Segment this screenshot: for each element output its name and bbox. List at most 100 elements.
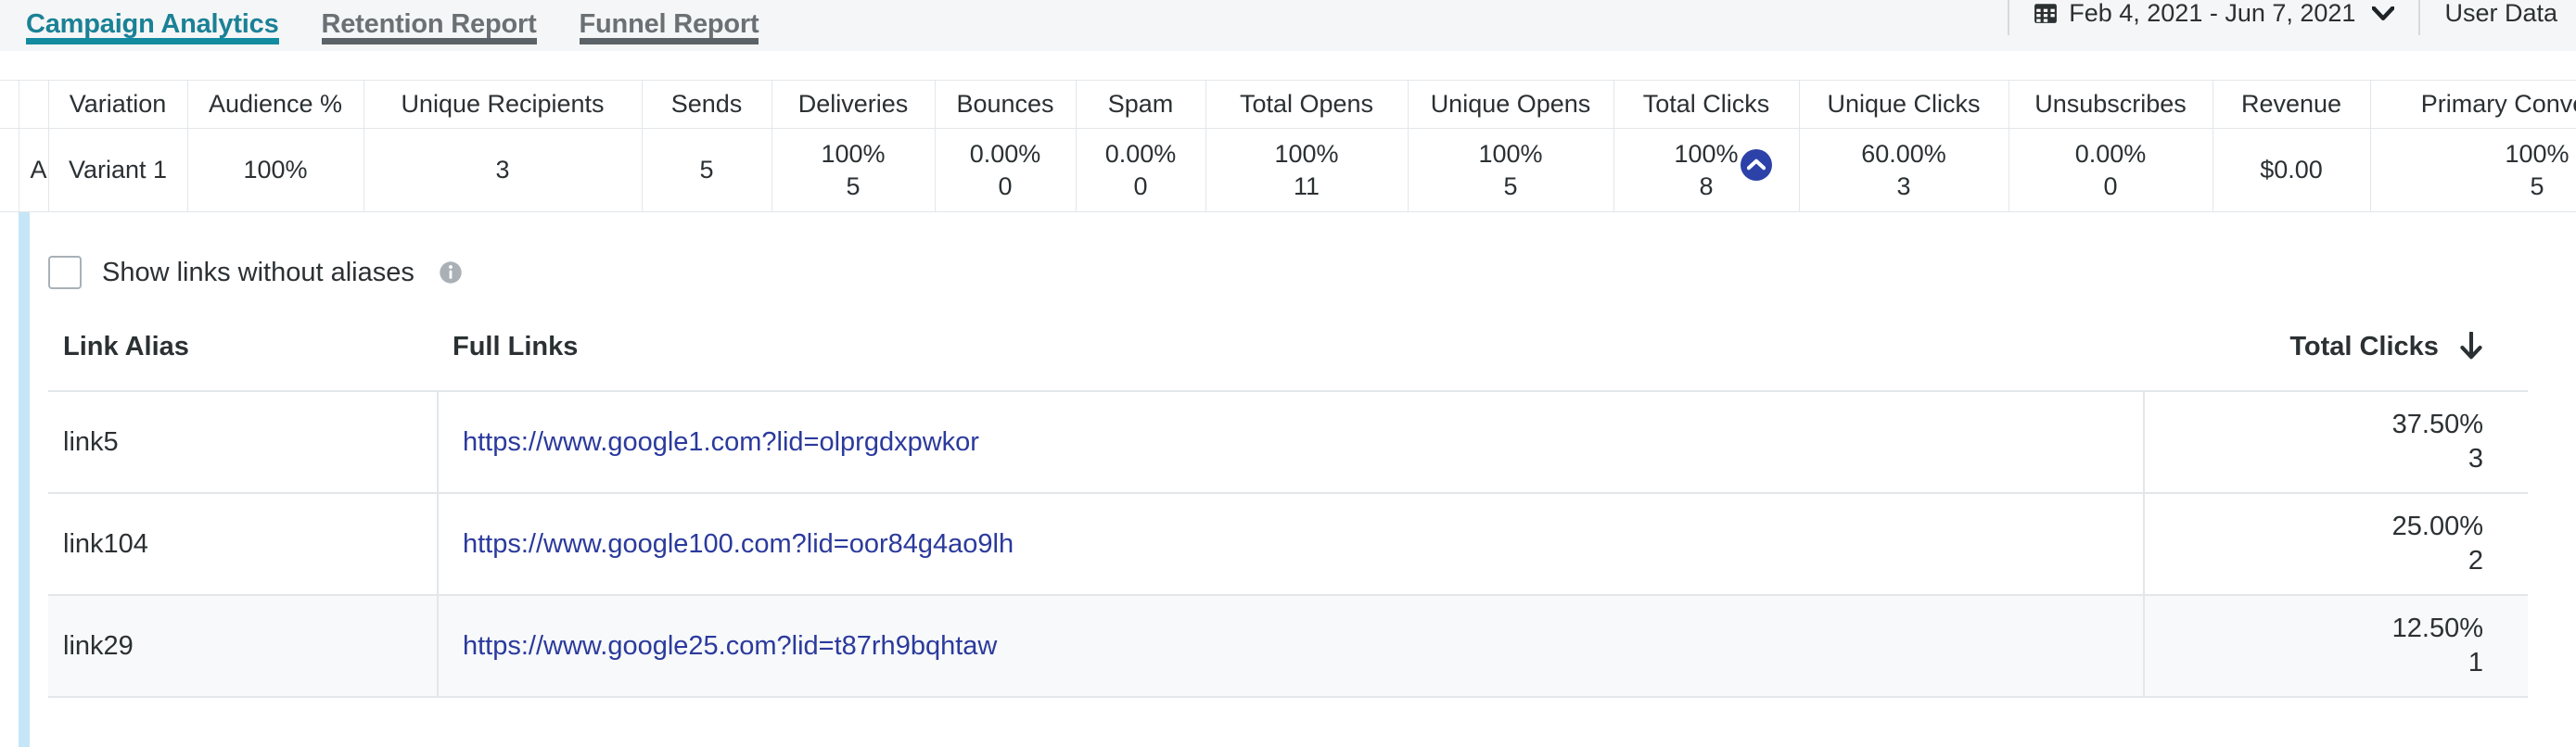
cell-unsubscribes-count: 0 bbox=[2021, 171, 2201, 203]
campaign-metrics-table: Variation Audience % Unique Recipients S… bbox=[0, 80, 2576, 212]
cell-total-clicks-count: 3 bbox=[2160, 442, 2483, 476]
col-accent-spacer bbox=[0, 81, 19, 129]
cell-total-opens-count: 11 bbox=[1218, 171, 1396, 203]
links-header-row: Link Alias Full Links Total Clicks bbox=[48, 315, 2528, 391]
cell-total-opens: 100% 11 bbox=[1205, 129, 1408, 212]
cell-total-clicks-pct: 37.50% bbox=[2160, 408, 2483, 442]
chevron-up-badge-icon[interactable] bbox=[1741, 149, 1772, 181]
col-unique-clicks[interactable]: Unique Clicks bbox=[1799, 81, 2009, 129]
col-bounces[interactable]: Bounces bbox=[935, 81, 1076, 129]
cell-primary-conversions: 100% 5 bbox=[2370, 129, 2576, 212]
col-primary-conversions[interactable]: Primary Conversions bbox=[2370, 81, 2576, 129]
cell-total-clicks-count: 1 bbox=[2160, 646, 2483, 680]
cell-primary-conversions-pct: 100% bbox=[2382, 138, 2576, 171]
cell-full-link[interactable]: https://www.google100.com?lid=oor84g4ao9… bbox=[438, 493, 2144, 595]
cell-full-link[interactable]: https://www.google25.com?lid=t87rh9bqhta… bbox=[438, 595, 2144, 697]
col-spam[interactable]: Spam bbox=[1076, 81, 1205, 129]
date-range-picker[interactable]: Feb 4, 2021 - Jun 7, 2021 bbox=[2008, 0, 2418, 35]
tab-retention-report[interactable]: Retention Report bbox=[312, 0, 570, 51]
cell-unique-clicks: 60.00% 3 bbox=[1799, 129, 2009, 212]
col-variation[interactable]: Variation bbox=[48, 81, 187, 129]
cell-unique-clicks-pct: 60.00% bbox=[1811, 138, 1997, 171]
user-data-button[interactable]: User Data bbox=[2418, 0, 2576, 35]
calendar-icon bbox=[2034, 1, 2058, 25]
cell-total-clicks-count: 2 bbox=[2160, 544, 2483, 578]
row-accent-spacer bbox=[0, 129, 19, 212]
cell-total-opens-pct: 100% bbox=[1218, 138, 1396, 171]
tab-bar: Campaign Analytics Retention Report Funn… bbox=[0, 0, 792, 51]
cell-unique-clicks-count: 3 bbox=[1811, 171, 1997, 203]
col-sends[interactable]: Sends bbox=[642, 81, 772, 129]
info-icon[interactable] bbox=[439, 260, 463, 285]
cell-total-clicks: 100% 8 bbox=[1613, 129, 1799, 212]
cell-total-clicks-pct: 25.00% bbox=[2160, 510, 2483, 544]
cell-unique-opens-count: 5 bbox=[1420, 171, 1602, 203]
col-total-clicks-sorted[interactable]: Total Clicks bbox=[2144, 315, 2528, 391]
campaign-analytics-page: Campaign Analytics Retention Report Funn… bbox=[0, 0, 2576, 747]
links-table: Link Alias Full Links Total Clicks link5 bbox=[48, 315, 2528, 698]
cell-total-clicks-pct: 100% bbox=[1674, 138, 1738, 171]
table-row[interactable]: link29 https://www.google25.com?lid=t87r… bbox=[48, 595, 2528, 697]
cell-total-clicks: 37.50% 3 bbox=[2144, 391, 2528, 493]
top-bar: Campaign Analytics Retention Report Funn… bbox=[0, 0, 2576, 51]
show-links-without-aliases-label: Show links without aliases bbox=[102, 258, 414, 288]
cell-spam-count: 0 bbox=[1088, 171, 1194, 203]
tab-campaign-analytics[interactable]: Campaign Analytics bbox=[17, 0, 312, 51]
cell-total-clicks-pct: 12.50% bbox=[2160, 612, 2483, 646]
date-range-label: Feb 4, 2021 - Jun 7, 2021 bbox=[2069, 0, 2355, 28]
col-unique-opens[interactable]: Unique Opens bbox=[1408, 81, 1613, 129]
col-deliveries[interactable]: Deliveries bbox=[772, 81, 935, 129]
cell-bounces: 0.00% 0 bbox=[935, 129, 1076, 212]
metrics-table-container: Variation Audience % Unique Recipients S… bbox=[0, 80, 2576, 212]
show-links-without-aliases-checkbox[interactable] bbox=[48, 256, 82, 289]
col-total-clicks-label: Total Clicks bbox=[2289, 332, 2439, 361]
cell-bounces-pct: 0.00% bbox=[947, 138, 1065, 171]
cell-unique-recipients: 3 bbox=[363, 129, 642, 212]
col-letter[interactable] bbox=[19, 81, 48, 129]
cell-full-link[interactable]: https://www.google1.com?lid=olprgdxpwkor bbox=[438, 391, 2144, 493]
col-link-alias[interactable]: Link Alias bbox=[48, 315, 438, 391]
col-total-clicks[interactable]: Total Clicks bbox=[1613, 81, 1799, 129]
sort-descending-arrow-icon[interactable] bbox=[2459, 332, 2483, 360]
chevron-down-icon bbox=[2372, 6, 2394, 20]
tab-funnel-report[interactable]: Funnel Report bbox=[570, 0, 793, 51]
table-row[interactable]: link5 https://www.google1.com?lid=olprgd… bbox=[48, 391, 2528, 493]
cell-bounces-count: 0 bbox=[947, 171, 1065, 203]
cell-spam: 0.00% 0 bbox=[1076, 129, 1205, 212]
cell-link-alias: link104 bbox=[48, 493, 438, 595]
cell-deliveries: 100% 5 bbox=[772, 129, 935, 212]
show-links-option-row: Show links without aliases bbox=[48, 256, 463, 289]
top-right-controls: Feb 4, 2021 - Jun 7, 2021 User Data bbox=[2008, 0, 2576, 44]
cell-revenue: $0.00 bbox=[2213, 129, 2370, 212]
table-row[interactable]: A Variant 1 100% 3 5 100% 5 0.00% 0 0.00… bbox=[0, 129, 2576, 212]
cell-link-alias: link5 bbox=[48, 391, 438, 493]
tab-active-underline bbox=[26, 38, 279, 44]
col-unsubscribes[interactable]: Unsubscribes bbox=[2009, 81, 2213, 129]
link-url[interactable]: https://www.google25.com?lid=t87rh9bqhta… bbox=[463, 631, 997, 661]
col-total-opens[interactable]: Total Opens bbox=[1205, 81, 1408, 129]
cell-spam-pct: 0.00% bbox=[1088, 138, 1194, 171]
link-url[interactable]: https://www.google1.com?lid=olprgdxpwkor bbox=[463, 427, 979, 457]
cell-deliveries-pct: 100% bbox=[784, 138, 924, 171]
tab-underline bbox=[580, 38, 759, 44]
total-clicks-value-group: 100% 8 bbox=[1674, 138, 1738, 202]
cell-unique-opens-pct: 100% bbox=[1420, 138, 1602, 171]
cell-unsubscribes: 0.00% 0 bbox=[2009, 129, 2213, 212]
cell-unique-opens: 100% 5 bbox=[1408, 129, 1613, 212]
links-table-container: Link Alias Full Links Total Clicks link5 bbox=[48, 315, 2576, 698]
metrics-header-row: Variation Audience % Unique Recipients S… bbox=[0, 81, 2576, 129]
cell-variation: Variant 1 bbox=[48, 129, 187, 212]
cell-primary-conversions-count: 5 bbox=[2382, 171, 2576, 203]
cell-unsubscribes-pct: 0.00% bbox=[2021, 138, 2201, 171]
cell-total-clicks-count: 8 bbox=[1674, 171, 1738, 203]
col-audience-pct[interactable]: Audience % bbox=[187, 81, 363, 129]
cell-total-clicks: 25.00% 2 bbox=[2144, 493, 2528, 595]
table-row[interactable]: link104 https://www.google100.com?lid=oo… bbox=[48, 493, 2528, 595]
link-url[interactable]: https://www.google100.com?lid=oor84g4ao9… bbox=[463, 529, 1014, 559]
cell-letter: A bbox=[19, 129, 48, 212]
cell-link-alias: link29 bbox=[48, 595, 438, 697]
col-revenue[interactable]: Revenue bbox=[2213, 81, 2370, 129]
cell-sends: 5 bbox=[642, 129, 772, 212]
col-unique-recipients[interactable]: Unique Recipients bbox=[363, 81, 642, 129]
col-full-links[interactable]: Full Links bbox=[438, 315, 2144, 391]
